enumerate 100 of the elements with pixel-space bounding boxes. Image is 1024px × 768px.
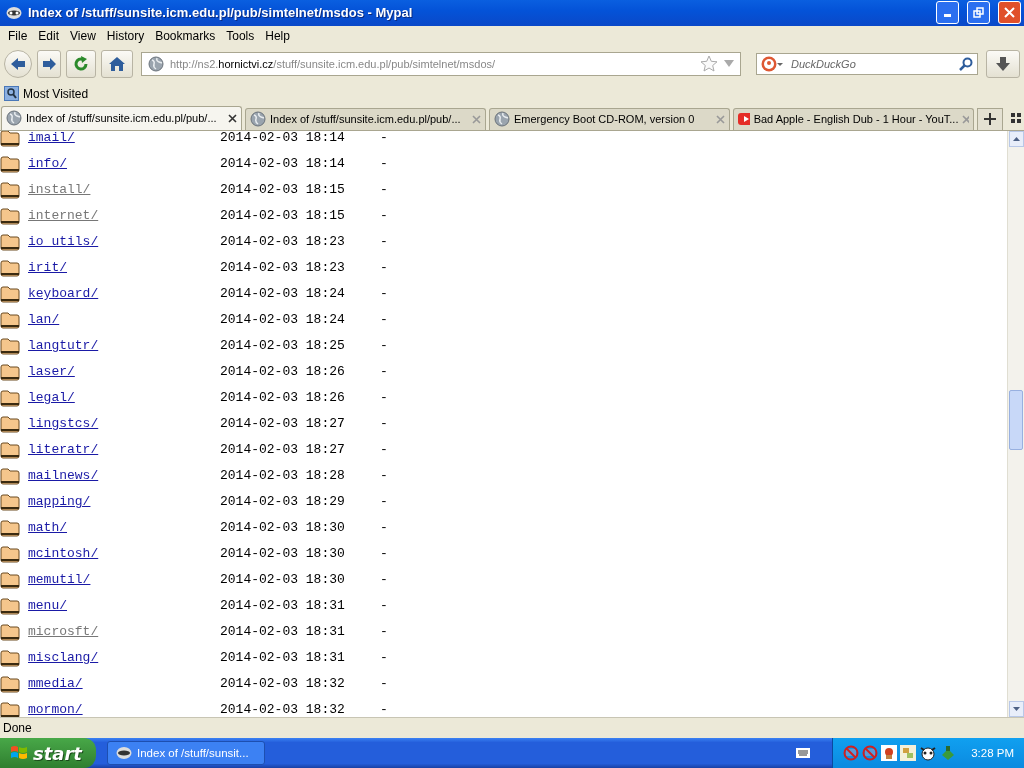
- close-button[interactable]: [998, 1, 1021, 25]
- size-text: -: [380, 520, 388, 536]
- forward-icon: [41, 56, 57, 71]
- date-text: 2014-02-03 18:29: [220, 494, 346, 510]
- globe-icon: [494, 111, 510, 128]
- folder-link[interactable]: mapping/: [28, 494, 220, 510]
- duck-icon[interactable]: [761, 54, 785, 73]
- search-icon[interactable]: [959, 56, 973, 71]
- folder-link[interactable]: legal/: [28, 390, 220, 406]
- folder-link[interactable]: io_utils/: [28, 234, 220, 250]
- menu-item[interactable]: Edit: [33, 28, 66, 43]
- scrollbar[interactable]: [1007, 130, 1024, 718]
- folder-link[interactable]: mcintosh/: [28, 546, 220, 562]
- folder-link[interactable]: install/: [28, 182, 220, 198]
- size-text: -: [380, 156, 388, 172]
- folder-icon: [0, 491, 20, 512]
- menu-item[interactable]: History: [101, 28, 151, 43]
- menu-item[interactable]: Help: [260, 28, 296, 43]
- folder-link[interactable]: lingstcs/: [28, 416, 220, 432]
- back-icon: [9, 55, 27, 72]
- home-icon: [108, 55, 126, 72]
- new-tab-button[interactable]: [977, 107, 1003, 130]
- forward-button[interactable]: [37, 49, 61, 78]
- date-text: 2014-02-03 18:26: [220, 364, 346, 380]
- restore-button[interactable]: [967, 1, 990, 25]
- download-button[interactable]: [986, 49, 1020, 78]
- grid-icon[interactable]: [1011, 112, 1021, 123]
- folder-link[interactable]: memutil/: [28, 572, 220, 588]
- browser-tab[interactable]: Index of /stuff/sunsite.icm.edu.pl/pub/...: [1, 105, 242, 130]
- cow-icon[interactable]: [919, 745, 938, 761]
- folder-link[interactable]: mailnews/: [28, 468, 220, 484]
- size-text: -: [380, 312, 388, 328]
- folder-link[interactable]: literatr/: [28, 442, 220, 458]
- date-text: 2014-02-03 18:24: [220, 286, 346, 302]
- menu-item[interactable]: File: [3, 28, 34, 43]
- minimize-button[interactable]: [936, 1, 959, 25]
- size-text: -: [380, 182, 388, 198]
- address-field[interactable]: http://ns2.hornictvi.cz/stuff/sunsite.icm.edu.pl/pub/simtelnet/msdos/: [141, 51, 741, 76]
- menu-item[interactable]: Tools: [221, 28, 261, 43]
- browser-tab[interactable]: Emergency Boot CD-ROM, version 0: [489, 107, 730, 130]
- globe-icon: [6, 110, 22, 127]
- folder-link[interactable]: imail/: [28, 130, 220, 146]
- size-text: -: [380, 286, 388, 302]
- folder-icon: [0, 179, 20, 200]
- start-button[interactable]: start: [0, 738, 96, 768]
- folder-link[interactable]: math/: [28, 520, 220, 536]
- browser-tab[interactable]: Index of /stuff/sunsite.icm.edu.pl/pub/...: [245, 107, 486, 130]
- star-icon[interactable]: [700, 55, 718, 73]
- close-icon[interactable]: [228, 113, 237, 123]
- home-button[interactable]: [101, 49, 133, 78]
- date-text: 2014-02-03 18:28: [220, 468, 346, 484]
- date-text: 2014-02-03 18:30: [220, 520, 346, 536]
- clock-text: 3:28 PM: [971, 747, 1014, 759]
- size-text: -: [380, 624, 388, 640]
- taskbar-window[interactable]: Index of /stuff/sunsit...: [107, 741, 265, 765]
- keyboard-icon[interactable]: [796, 748, 811, 758]
- date-text: 2014-02-03 18:27: [220, 416, 346, 432]
- menu-item[interactable]: Bookmarks: [150, 28, 222, 43]
- windows-flag-icon: [9, 744, 29, 762]
- tray-app-icon[interactable]: [881, 745, 898, 761]
- folder-link[interactable]: microsft/: [28, 624, 220, 640]
- scroll-thumb[interactable]: [1009, 389, 1023, 450]
- globe-icon: [148, 55, 164, 72]
- size-text: -: [380, 676, 388, 692]
- reload-button[interactable]: [66, 49, 96, 78]
- app-icon: [6, 5, 22, 20]
- folder-link[interactable]: keyboard/: [28, 286, 220, 302]
- size-text: -: [380, 442, 388, 458]
- date-text: 2014-02-03 18:31: [220, 598, 346, 614]
- folder-icon: [0, 699, 20, 718]
- browser-tab[interactable]: Bad Apple - English Dub - 1 Hour - YouT...: [733, 107, 974, 130]
- folder-link[interactable]: langtutr/: [28, 338, 220, 354]
- folder-link[interactable]: internet/: [28, 208, 220, 224]
- folder-link[interactable]: misclang/: [28, 650, 220, 666]
- folder-icon: [0, 361, 20, 382]
- folder-link[interactable]: menu/: [28, 598, 220, 614]
- folder-link[interactable]: info/: [28, 156, 220, 172]
- size-text: -: [380, 364, 388, 380]
- status-text: Done: [3, 721, 32, 736]
- date-text: 2014-02-03 18:30: [220, 546, 346, 562]
- bookmark-item[interactable]: Most Visited: [4, 86, 89, 102]
- folder-link[interactable]: mormon/: [28, 702, 220, 718]
- date-text: 2014-02-03 18:23: [220, 260, 346, 276]
- folder-link[interactable]: irit/: [28, 260, 220, 276]
- back-button[interactable]: [4, 49, 32, 78]
- size-text: -: [380, 260, 388, 276]
- folder-icon: [0, 621, 20, 642]
- search-field[interactable]: DuckDuckGo: [756, 52, 978, 75]
- folder-link[interactable]: mmedia/: [28, 676, 220, 692]
- date-text: 2014-02-03 18:23: [220, 234, 346, 250]
- date-text: 2014-02-03 18:15: [220, 208, 346, 224]
- folder-icon: [0, 673, 20, 694]
- folder-link[interactable]: laser/: [28, 364, 220, 380]
- folder-icon: [0, 153, 20, 174]
- folder-link[interactable]: lan/: [28, 312, 220, 328]
- date-text: 2014-02-03 18:27: [220, 442, 346, 458]
- menu-item[interactable]: View: [65, 28, 102, 43]
- folder-icon: [0, 569, 20, 590]
- folder-icon: [0, 309, 20, 330]
- app-icon: [116, 746, 132, 760]
